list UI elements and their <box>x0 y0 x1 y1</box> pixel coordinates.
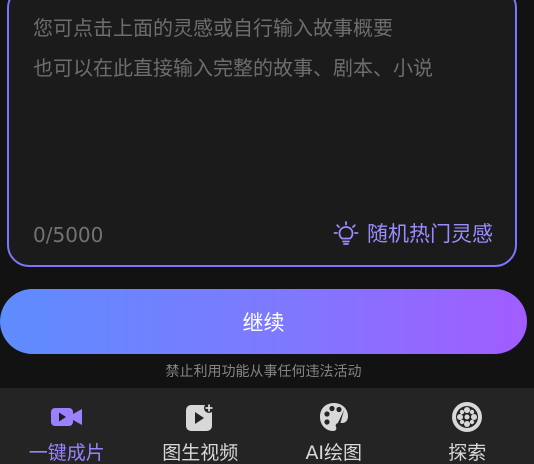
reel-icon <box>450 400 484 434</box>
tab-ai-drawing-label: AI绘图 <box>305 442 363 464</box>
image-to-video-icon <box>183 400 217 434</box>
tab-ai-drawing[interactable]: AI绘图 <box>267 388 401 464</box>
random-inspiration-button[interactable]: 随机热门灵感 <box>333 218 493 248</box>
lightbulb-icon <box>333 220 359 246</box>
character-counter: 0/5000 <box>33 223 104 247</box>
tab-explore[interactable]: 探索 <box>401 388 534 464</box>
app-screen: 您可点击上面的灵感或自行输入故事概要 也可以在此直接输入完整的故事、剧本、小说 … <box>0 0 534 464</box>
continue-button[interactable]: 继续 <box>0 289 527 354</box>
tab-one-click-video[interactable]: 一键成片 <box>0 388 134 464</box>
tab-image-to-video-label: 图生视频 <box>162 442 239 464</box>
random-inspiration-label: 随机热门灵感 <box>367 222 493 246</box>
legal-notice: 禁止利用功能从事任何违法活动 <box>165 364 362 380</box>
tab-image-to-video[interactable]: 图生视频 <box>134 388 268 464</box>
tab-explore-label: 探索 <box>448 442 487 464</box>
story-input-placeholder[interactable]: 您可点击上面的灵感或自行输入故事概要 也可以在此直接输入完整的故事、剧本、小说 <box>33 8 503 88</box>
story-input-box[interactable]: 您可点击上面的灵感或自行输入故事概要 也可以在此直接输入完整的故事、剧本、小说 … <box>7 0 517 267</box>
bottom-nav: 一键成片 图生视频 AI绘图 探索 <box>0 388 534 464</box>
video-camera-icon <box>50 400 84 434</box>
tab-one-click-video-label: 一键成片 <box>28 442 105 464</box>
palette-icon <box>317 400 351 434</box>
